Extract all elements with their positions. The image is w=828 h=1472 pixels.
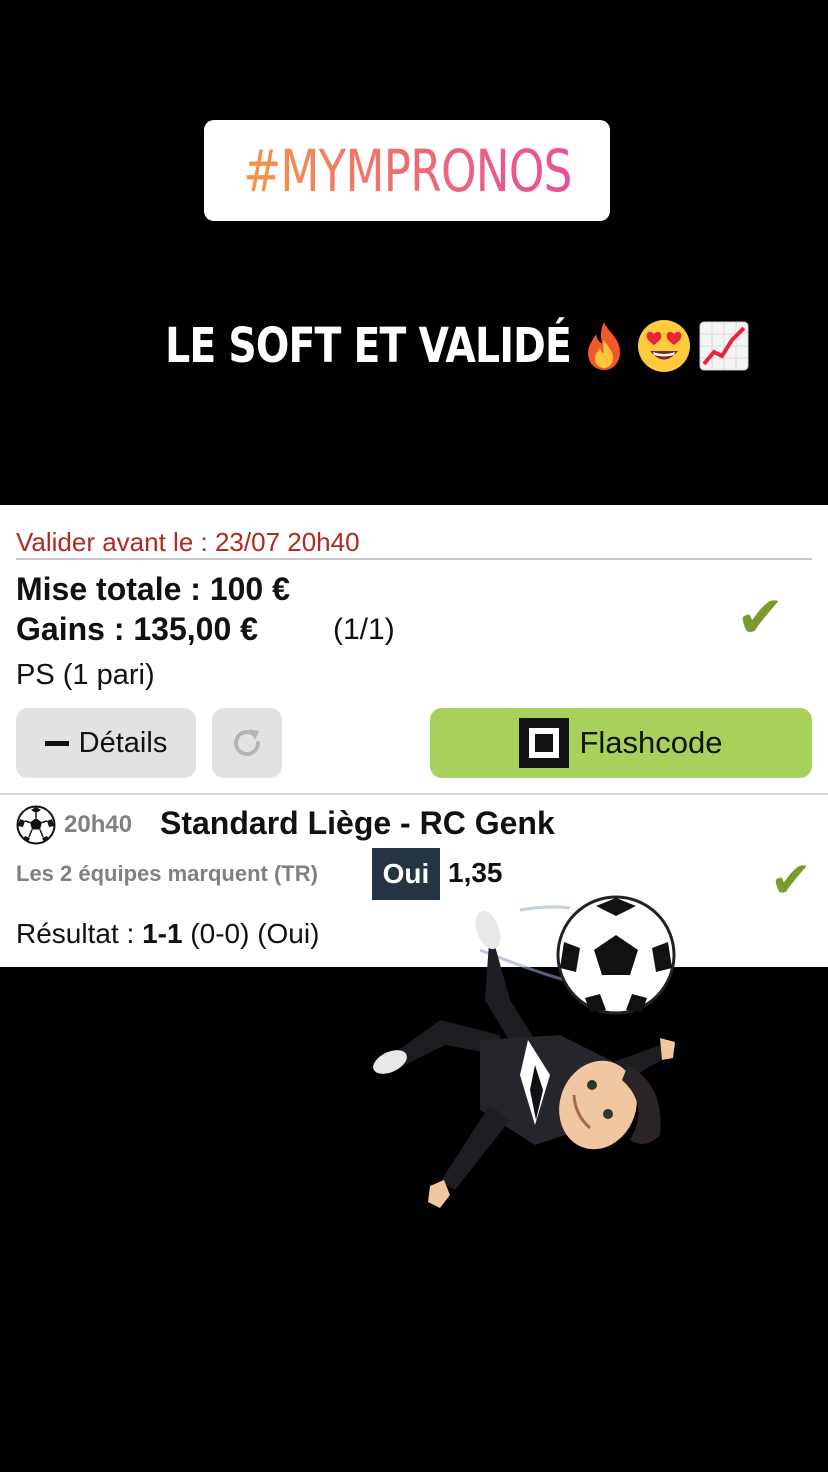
bet-type: PS (1 pari) [16, 659, 155, 691]
refresh-icon [234, 729, 260, 756]
details-button-label: Détails [78, 726, 168, 759]
caption-text: LE SOFT ET VALIDÉ [165, 318, 573, 374]
minus-icon [44, 740, 69, 746]
match-time: 20h40 [64, 811, 133, 838]
gains-amount: Gains : 135,00 € [16, 611, 258, 647]
bet-market: Les 2 équipes marquent (TR) [16, 861, 318, 886]
validated-check-icon: ✔ [736, 583, 785, 651]
chart-increasing-emoji-icon [696, 318, 752, 374]
heart-eyes-emoji-icon [636, 318, 692, 374]
qr-code-icon [519, 718, 570, 768]
flashcode-button[interactable]: Flashcode [430, 708, 812, 778]
bet-count: (1/1) [333, 613, 395, 646]
flashcode-button-label: Flashcode [579, 725, 723, 760]
divider [16, 558, 812, 560]
total-stake: Mise totale : 100 € [16, 571, 290, 607]
result-prefix: Résultat : [16, 918, 143, 949]
hashtag-text: #MYMPRONOS [242, 136, 572, 205]
refresh-button[interactable] [212, 708, 282, 778]
bicycle-kick-avatar-sticker [373, 895, 676, 1208]
hashtag-sticker: #MYMPRONOS [204, 120, 610, 221]
fire-emoji-icon [576, 318, 632, 374]
match-won-check-icon: ✔ [770, 851, 812, 909]
match-result: Résultat : 1-1 (0-0) (Oui) [16, 918, 319, 950]
result-suffix: (0-0) (Oui) [182, 918, 320, 949]
soccer-ball-icon [16, 805, 56, 845]
details-button[interactable]: Détails [16, 708, 196, 778]
story-caption: LE SOFT ET VALIDÉ [0, 318, 828, 374]
odds-value: 1,35 [448, 857, 503, 888]
match-title[interactable]: Standard Liège - RC Genk [160, 805, 555, 842]
result-score: 1-1 [142, 918, 183, 949]
divider [0, 793, 828, 795]
validate-deadline: Valider avant le : 23/07 20h40 [16, 527, 360, 557]
